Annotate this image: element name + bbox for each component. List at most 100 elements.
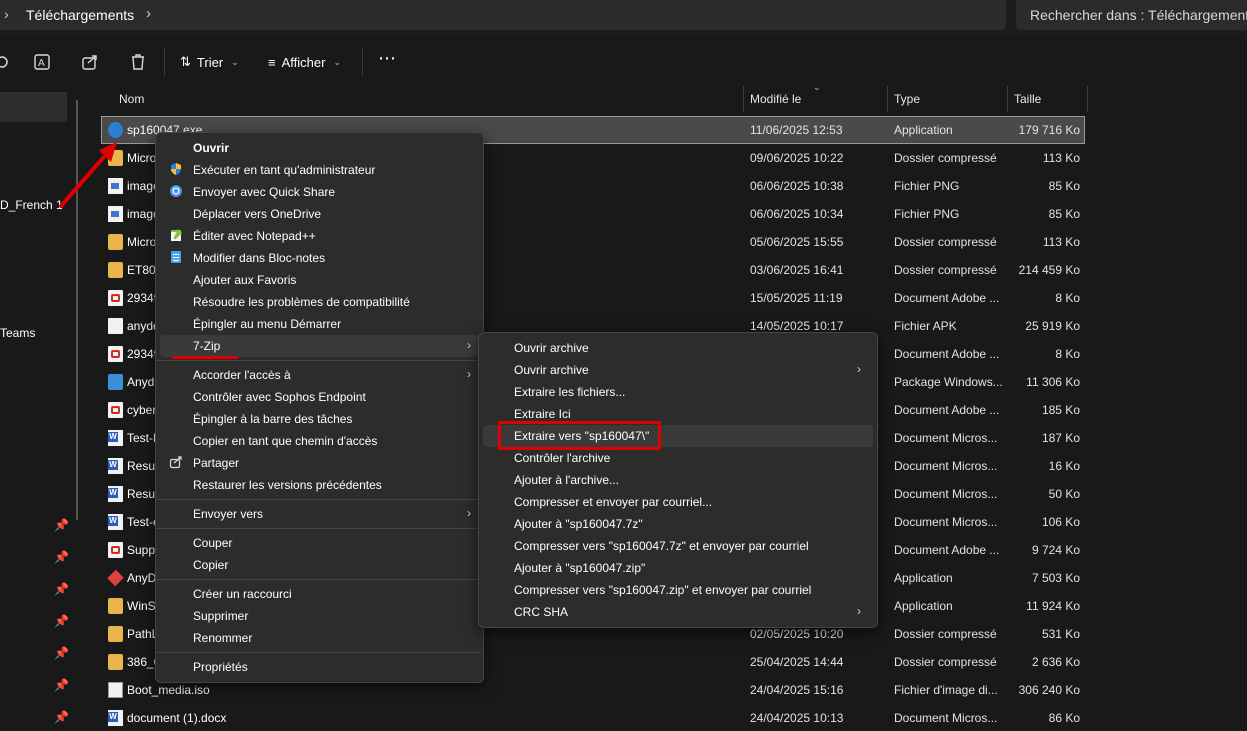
submenu-item[interactable]: Ajouter à "sp160047.7z" <box>483 513 873 535</box>
menu-item[interactable]: Envoyer avec Quick Share <box>160 181 479 203</box>
chevron-right-icon[interactable]: › <box>4 6 9 22</box>
notepadpp-icon <box>171 229 182 241</box>
file-size: 187 Ko <box>1041 431 1080 445</box>
file-date: 03/06/2025 16:41 <box>750 263 844 277</box>
submenu-item[interactable]: Compresser vers "sp160047.7z" et envoyer… <box>483 535 873 557</box>
file-type: Dossier compressé <box>894 151 997 165</box>
file-type: Application <box>894 123 953 137</box>
pdf-icon <box>108 290 123 306</box>
submenu-item[interactable]: Compresser et envoyer par courriel... <box>483 491 873 513</box>
annotation-highlight-box <box>498 421 661 450</box>
menu-item[interactable]: Partager <box>160 452 479 474</box>
submenu-item[interactable]: Ajouter à l'archive... <box>483 469 873 491</box>
file-type: Application <box>894 571 953 585</box>
submenu-item[interactable]: Extraire les fichiers... <box>483 381 873 403</box>
file-type: Fichier d'image di... <box>894 683 998 697</box>
menu-item[interactable]: Exécuter en tant qu'administrateur <box>160 159 479 181</box>
pin-icon: 📌 <box>54 710 69 724</box>
menu-item[interactable]: Couper <box>160 532 479 554</box>
more-options-icon[interactable]: ⋯ <box>378 48 396 68</box>
menu-item[interactable]: Épingler au menu Démarrer <box>160 313 479 335</box>
menu-item[interactable]: Contrôler avec Sophos Endpoint <box>160 386 479 408</box>
menu-divider <box>156 360 481 361</box>
submenu-item[interactable]: CRC SHA › <box>483 601 873 623</box>
submenu-item[interactable]: Ouvrir archive <box>483 337 873 359</box>
menu-item[interactable]: Éditer avec Notepad++ <box>160 225 479 247</box>
file-type: Dossier compressé <box>894 263 997 277</box>
rename-icon[interactable]: A <box>32 52 52 72</box>
menu-item[interactable]: Résoudre les problèmes de compatibilité <box>160 291 479 313</box>
menu-item[interactable]: Renommer <box>160 627 479 649</box>
column-name[interactable]: Nom <box>119 92 144 106</box>
search-input[interactable]: Rechercher dans : Téléchargements <box>1016 0 1247 30</box>
column-type[interactable]: Type <box>894 92 920 106</box>
nav-item[interactable]: D_French 1 <box>0 198 63 212</box>
view-icon: ≡ <box>268 54 276 70</box>
column-resizer[interactable] <box>887 86 888 112</box>
menu-item[interactable]: Épingler à la barre des tâches <box>160 408 479 430</box>
breadcrumb[interactable]: Téléchargements <box>26 7 134 23</box>
submenu-item-label: Compresser vers "sp160047.7z" et envoyer… <box>514 539 809 553</box>
cut-icon[interactable] <box>0 52 12 72</box>
submenu-item[interactable]: Compresser vers "sp160047.zip" et envoye… <box>483 579 873 601</box>
submenu-item[interactable]: Ajouter à "sp160047.zip" <box>483 557 873 579</box>
file-type: Package Windows... <box>894 375 1003 389</box>
sort-button[interactable]: ⇅ Trier ⌄ <box>180 52 239 72</box>
pin-icon: 📌 <box>54 614 69 628</box>
file-size: 7 503 Ko <box>1031 571 1080 585</box>
menu-item[interactable]: Ouvrir <box>160 137 479 159</box>
file-row[interactable]: document (1).docx 24/04/2025 10:13 Documen… <box>102 705 1084 731</box>
submenu-item-label: Ouvrir archive <box>514 341 589 355</box>
file-date: 24/04/2025 15:16 <box>750 683 844 697</box>
menu-item[interactable]: Envoyer vers › <box>160 503 479 525</box>
menu-item[interactable]: Restaurer les versions précédentes <box>160 474 479 496</box>
submenu-item[interactable]: Ouvrir archive › <box>483 359 873 381</box>
file-size: 9 724 Ko <box>1031 543 1080 557</box>
menu-item-label: 7-Zip <box>193 339 221 353</box>
file-size: 85 Ko <box>1048 207 1080 221</box>
file-type: Dossier compressé <box>894 655 997 669</box>
address-bar[interactable]: › Téléchargements › <box>0 0 1006 30</box>
nav-selected-item[interactable] <box>0 92 67 122</box>
file-size: 306 240 Ko <box>1018 683 1080 697</box>
notepad-icon <box>171 251 181 263</box>
menu-item[interactable]: Copier <box>160 554 479 576</box>
svg-text:A: A <box>38 58 45 69</box>
menu-item[interactable]: Créer un raccourci <box>160 583 479 605</box>
menu-item[interactable]: 7-Zip › <box>160 335 479 357</box>
word-icon <box>108 430 123 446</box>
menu-item[interactable]: Propriétés <box>160 656 479 678</box>
menu-item[interactable]: Accorder l'accès à › <box>160 364 479 386</box>
nav-item[interactable]: Teams <box>0 326 35 340</box>
context-menu: Ouvrir Exécuter en tant qu'administrateur… <box>155 132 484 683</box>
delete-icon[interactable] <box>128 52 148 72</box>
share-icon[interactable] <box>80 52 100 72</box>
exe-icon <box>108 122 123 138</box>
menu-item[interactable]: Copier en tant que chemin d'accès <box>160 430 479 452</box>
search-placeholder: Rechercher dans : Téléchargements <box>1030 7 1247 23</box>
file-name: AnyD <box>127 571 157 585</box>
menu-item-label: Renommer <box>193 631 253 645</box>
menu-item[interactable]: Déplacer vers OneDrive <box>160 203 479 225</box>
menu-item-label: Créer un raccourci <box>193 587 292 601</box>
menu-item[interactable]: Modifier dans Bloc-notes <box>160 247 479 269</box>
column-size[interactable]: Taille <box>1014 92 1041 106</box>
column-modified[interactable]: Modifié le <box>750 92 801 106</box>
file-date: 06/06/2025 10:34 <box>750 207 844 221</box>
view-button[interactable]: ≡ Afficher ⌄ <box>268 52 341 72</box>
column-resizer[interactable] <box>1087 86 1088 112</box>
toolbar-divider <box>362 48 363 76</box>
submenu-item-label: Contrôler l'archive <box>514 451 611 465</box>
file-name: WinS <box>127 599 156 613</box>
column-resizer[interactable] <box>743 86 744 112</box>
file-type: Fichier PNG <box>894 207 960 221</box>
file-size: 11 924 Ko <box>1026 599 1080 613</box>
submenu-item[interactable]: Contrôler l'archive <box>483 447 873 469</box>
chevron-right-icon[interactable]: › <box>146 5 151 22</box>
column-resizer[interactable] <box>1007 86 1008 112</box>
menu-item[interactable]: Ajouter aux Favoris <box>160 269 479 291</box>
menu-divider <box>156 579 481 580</box>
menu-item[interactable]: Supprimer <box>160 605 479 627</box>
zip-folder-icon <box>108 626 123 642</box>
iso-icon <box>108 682 123 698</box>
